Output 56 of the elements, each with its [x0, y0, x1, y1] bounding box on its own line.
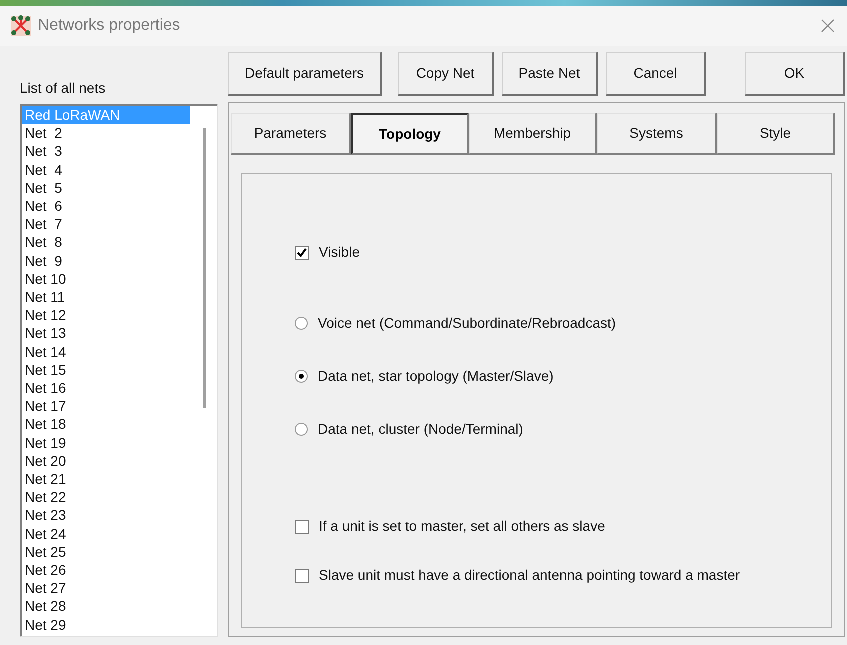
scrollbar-thumb[interactable]	[203, 128, 206, 408]
list-item[interactable]: Net 19	[22, 434, 190, 452]
checkbox[interactable]	[295, 520, 309, 534]
list-item[interactable]: Net 22	[22, 488, 190, 506]
list-label: List of all nets	[20, 79, 107, 98]
radio-button[interactable]	[295, 370, 308, 383]
tab[interactable]: Parameters	[231, 113, 351, 155]
dialog-button[interactable]: Copy Net	[398, 52, 494, 96]
list-item[interactable]: Net 18	[22, 415, 190, 434]
option-label: Slave unit must have a directional antenna pointing toward a master	[319, 566, 740, 585]
option-label: Voice net (Command/Subordinate/Rebroadcast)	[318, 314, 616, 333]
option-label: Data net, cluster (Node/Terminal)	[318, 420, 524, 439]
window-title: Networks properties	[38, 16, 180, 36]
list-item[interactable]: Net 4	[22, 160, 190, 179]
list-item[interactable]: Net 25	[22, 542, 190, 562]
list-item[interactable]: Net 14	[22, 342, 190, 361]
dialog-button[interactable]: Default parameters	[228, 52, 382, 96]
radio-button[interactable]	[295, 423, 308, 436]
list-item[interactable]: Net 11	[22, 288, 190, 306]
checkbox[interactable]	[295, 246, 309, 260]
checkbox[interactable]	[295, 568, 309, 582]
list-item[interactable]: Net 10	[22, 270, 190, 288]
list-item[interactable]: Net 15	[22, 360, 190, 380]
list-item[interactable]: Net 21	[22, 470, 190, 488]
dialog-button[interactable]: Paste Net	[502, 52, 598, 96]
list-item[interactable]: Net 6	[22, 197, 190, 216]
dialog-button[interactable]: OK	[745, 52, 845, 96]
list-item[interactable]: Net 12	[22, 306, 190, 324]
list-item[interactable]: Net 29	[22, 616, 190, 634]
option-label: Visible	[319, 243, 360, 262]
close-icon[interactable]	[821, 19, 835, 33]
list-item[interactable]: Net 5	[22, 178, 190, 198]
list-item[interactable]: Net 3	[22, 142, 190, 161]
list-item[interactable]: Net 24	[22, 524, 190, 543]
radio-button[interactable]	[295, 317, 308, 330]
app-icon	[10, 15, 32, 37]
list-item[interactable]: Net 23	[22, 506, 190, 525]
list-item[interactable]: Net 26	[22, 561, 190, 580]
list-item[interactable]: Net 13	[22, 324, 190, 343]
list-item[interactable]: Net 20	[22, 452, 190, 470]
list-item[interactable]: Net 8	[22, 233, 190, 252]
list-item[interactable]: Net 2	[22, 124, 190, 142]
tab[interactable]: Membership	[469, 113, 597, 155]
list-item[interactable]: Net 28	[22, 597, 190, 616]
list-item[interactable]: Net 16	[22, 379, 190, 398]
dialog-button[interactable]: Cancel	[606, 52, 706, 96]
tab[interactable]: Topology	[351, 113, 469, 155]
tab[interactable]: Systems	[597, 113, 717, 155]
list-item[interactable]: Net 9	[22, 252, 190, 270]
list-item[interactable]: Net 27	[22, 579, 190, 598]
tab[interactable]: Style	[717, 113, 835, 155]
list-item[interactable]: Net 17	[22, 397, 190, 416]
option-label: Data net, star topology (Master/Slave)	[318, 367, 554, 386]
checkmark-icon	[297, 248, 307, 258]
option-label: If a unit is set to master, set all others as slave	[319, 517, 606, 536]
list-item[interactable]: Net 7	[22, 215, 190, 234]
